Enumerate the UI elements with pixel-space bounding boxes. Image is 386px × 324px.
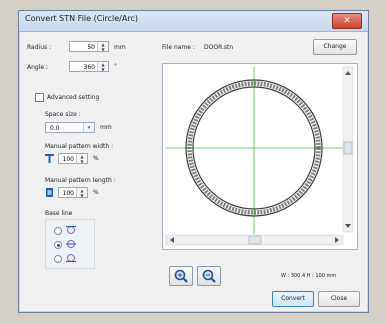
- angle-label: Angle :: [27, 64, 49, 71]
- convert-button[interactable]: Convert: [272, 291, 314, 307]
- preview-canvas: [165, 66, 354, 246]
- angle-spinner[interactable]: ▲ ▼: [97, 62, 108, 72]
- close-icon: ✕: [343, 16, 351, 26]
- space-size-label: Space size :: [45, 111, 81, 118]
- base-line-middle-radio[interactable]: [54, 241, 62, 249]
- space-size-unit: mm: [100, 124, 112, 131]
- pattern-width-value: 100: [62, 156, 74, 163]
- zoom-in-button[interactable]: [169, 266, 193, 286]
- radius-spinner[interactable]: ▲ ▼: [97, 42, 108, 52]
- radius-unit: mm: [114, 44, 126, 51]
- base-line-top-icon: [66, 226, 76, 234]
- vertical-scroll-thumb[interactable]: [343, 141, 353, 155]
- zoom-out-icon: [202, 269, 216, 283]
- zoom-in-icon: [174, 269, 188, 283]
- advanced-setting-label: Advanced setting: [47, 94, 100, 101]
- length-icon: [46, 188, 53, 197]
- convert-stn-dialog: Convert STN File (Circle/Arc) ✕ Radius :…: [18, 10, 369, 313]
- base-line-label: Base line: [45, 210, 73, 217]
- radius-label: Radius :: [27, 44, 52, 51]
- space-size-select[interactable]: 0.0 ▾: [45, 122, 95, 133]
- zoom-out-button[interactable]: [197, 266, 221, 286]
- pattern-length-value: 100: [62, 190, 74, 197]
- change-button[interactable]: Change: [313, 39, 357, 55]
- horizontal-scroll-thumb[interactable]: [248, 235, 262, 245]
- pattern-width-label: Manual pattern width :: [45, 143, 114, 150]
- pattern-length-label: Manual pattern length :: [45, 177, 116, 184]
- width-icon: [45, 154, 54, 163]
- base-line-top-radio[interactable]: [54, 227, 62, 235]
- advanced-setting-checkbox[interactable]: [35, 93, 44, 102]
- pattern-width-input[interactable]: 100 ▲ ▼: [58, 153, 88, 164]
- close-window-button[interactable]: ✕: [332, 13, 362, 29]
- pattern-length-spinner[interactable]: ▲ ▼: [76, 188, 87, 198]
- base-line-middle-icon: [66, 240, 76, 248]
- base-line-group: [45, 219, 95, 269]
- angle-input[interactable]: 360 ▲ ▼: [69, 61, 109, 72]
- base-line-bottom-icon: [66, 254, 76, 262]
- pattern-length-unit: %: [93, 189, 99, 196]
- pattern-width-unit: %: [93, 155, 99, 162]
- radius-input[interactable]: 50 ▲ ▼: [69, 41, 109, 52]
- base-line-bottom-radio[interactable]: [54, 255, 62, 263]
- file-name-label: File name :: [162, 44, 195, 51]
- chevron-down-icon[interactable]: ▾: [83, 123, 94, 132]
- angle-value: 360: [83, 64, 95, 71]
- pattern-width-spinner[interactable]: ▲ ▼: [76, 154, 87, 164]
- dialog-title: Convert STN File (Circle/Arc): [25, 14, 138, 23]
- angle-unit: °: [114, 63, 117, 70]
- pattern-preview: [162, 63, 358, 250]
- size-readout: W : 300.4 H : 100 mm: [281, 273, 337, 279]
- close-button[interactable]: Close: [318, 291, 360, 307]
- file-name-value: DOOR.stn: [204, 44, 234, 51]
- pattern-length-input[interactable]: 100 ▲ ▼: [58, 187, 88, 198]
- radius-value: 50: [87, 44, 95, 51]
- title-bar: Convert STN File (Circle/Arc) ✕: [19, 11, 368, 32]
- space-size-value: 0.0: [50, 125, 60, 132]
